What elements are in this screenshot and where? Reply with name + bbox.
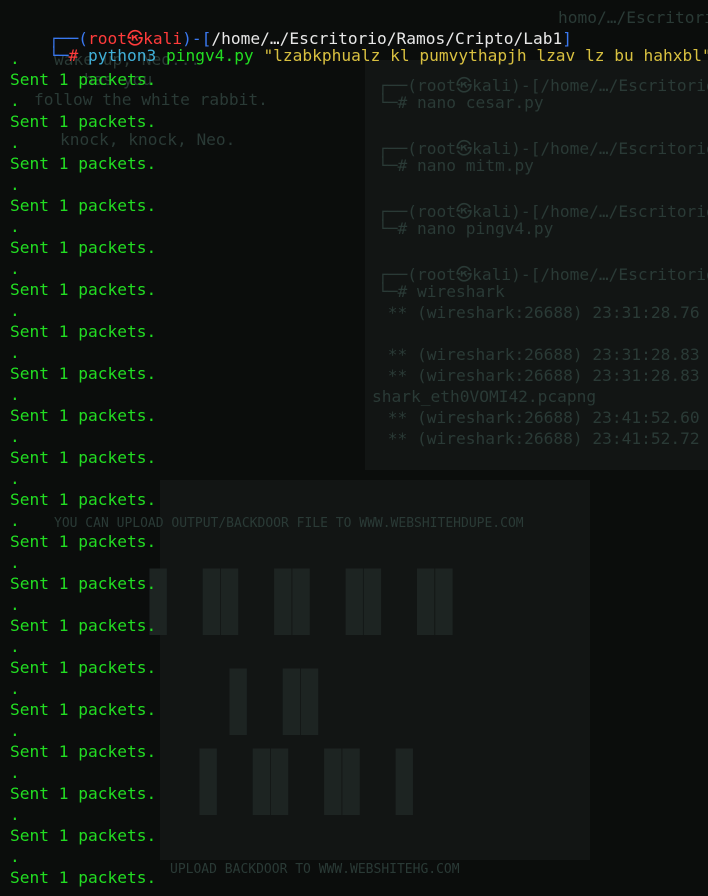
output-sent-line: Sent 1 packets. — [10, 112, 157, 131]
output-sent-line: Sent 1 packets. — [10, 406, 157, 425]
bg-text: ** (wireshark:26688) 23:41:52.72 — [378, 429, 700, 448]
output-dot: . — [10, 553, 20, 572]
command-script: pingv4.py — [165, 46, 254, 65]
output-sent-line: Sent 1 packets. — [10, 448, 157, 467]
output-dot: . — [10, 175, 20, 194]
output-dot: . — [10, 133, 20, 152]
output-dot: . — [10, 679, 20, 698]
output-dot: . — [10, 427, 20, 446]
output-dot: . — [10, 595, 20, 614]
prompt-corner-2: └─ — [48, 46, 69, 65]
output-sent-line: Sent 1 packets. — [10, 154, 157, 173]
bg-text: ┌──(root㉿kali)-[/home/…/Escritorio — [378, 202, 708, 221]
output-sent-line: Sent 1 packets. — [10, 196, 157, 215]
bg-defacement-panel — [160, 480, 590, 860]
output-dot: . — [10, 637, 20, 656]
output-sent-line: Sent 1 packets. — [10, 574, 157, 593]
output-sent-line: Sent 1 packets. — [10, 700, 157, 719]
bg-ascii-banner: ▌▐▌ — [230, 670, 338, 735]
output-sent-line: Sent 1 packets. — [10, 658, 157, 677]
output-sent-line: Sent 1 packets. — [10, 70, 157, 89]
bg-text: └─# nano cesar.py — [378, 93, 544, 112]
bg-text: ** (wireshark:26688) 23:31:28.83 — [378, 366, 700, 385]
output-dot: . — [10, 259, 20, 278]
output-dot: . — [10, 469, 20, 488]
output-dot: . — [10, 217, 20, 236]
output-dot: . — [10, 805, 20, 824]
output-dot: . — [10, 49, 20, 68]
command-name: python3 — [87, 46, 157, 65]
output-dot: . — [10, 763, 20, 782]
bg-text: knock, knock, Neo. — [60, 130, 236, 149]
bg-text: homo/…/Escritori — [558, 8, 708, 27]
bg-text: ┌──(root㉿kali)-[/home/…/Escritorio — [378, 265, 708, 284]
output-dot: . — [10, 343, 20, 362]
bg-text: UPLOAD BACKDOOR TO WWW.WEBSHITEHG.COM — [170, 862, 460, 877]
output-sent-line: Sent 1 packets. — [10, 364, 157, 383]
bg-text: └─# wireshark — [378, 282, 505, 301]
bg-terminal-panel — [365, 60, 708, 470]
bg-text: ** (wireshark:26688) 23:31:28.83 — [378, 345, 700, 364]
bg-text: ** (wireshark:26688) 23:31:28.76 — [378, 303, 700, 322]
output-dot: . — [10, 721, 20, 740]
bg-text: YOU CAN UPLOAD OUTPUT/BACKDOOR FILE TO W… — [54, 516, 524, 531]
output-dot: . — [10, 301, 20, 320]
bg-text: ** (wireshark:26688) 23:41:52.60 — [378, 408, 700, 427]
bg-text: └─# nano pingv4.py — [378, 219, 554, 238]
bg-ascii-banner: ▌▐▌▐▌▐ — [200, 750, 415, 815]
output-sent-line: Sent 1 packets. — [10, 616, 157, 635]
output-dot: . — [10, 385, 20, 404]
output-sent-line: Sent 1 packets. — [10, 784, 157, 803]
command-argument: "lzabkphualz kl pumvythapjh lzav lz bu h… — [263, 46, 708, 65]
output-sent-line: Sent 1 packets. — [10, 532, 157, 551]
output-dot: . — [10, 847, 20, 866]
bg-text: follow the white rabbit. — [34, 90, 268, 109]
prompt-hash: # — [68, 46, 79, 65]
output-sent-line: Sent 1 packets. — [10, 238, 157, 257]
output-sent-line: Sent 1 packets. — [10, 826, 157, 845]
output-sent-line: Sent 1 packets. — [10, 868, 157, 887]
output-dot: . — [10, 91, 20, 110]
bg-text: shark_eth0VOMI42.pcapng — [372, 387, 597, 406]
output-sent-line: Sent 1 packets. — [10, 280, 157, 299]
bg-text: ┌──(root㉿kali)-[/home/…/Escritorio — [378, 139, 708, 158]
output-sent-line: Sent 1 packets. — [10, 742, 157, 761]
bg-ascii-banner: ▌▐▌▐▌▐▌▐▌ — [150, 570, 472, 635]
output-sent-line: Sent 1 packets. — [10, 490, 157, 509]
terminal-window[interactable]: wake up, Neo... has you follow the white… — [0, 0, 708, 896]
output-sent-line: Sent 1 packets. — [10, 322, 157, 341]
bg-text: └─# nano mitm.py — [378, 156, 534, 175]
output-dot: . — [10, 511, 20, 530]
